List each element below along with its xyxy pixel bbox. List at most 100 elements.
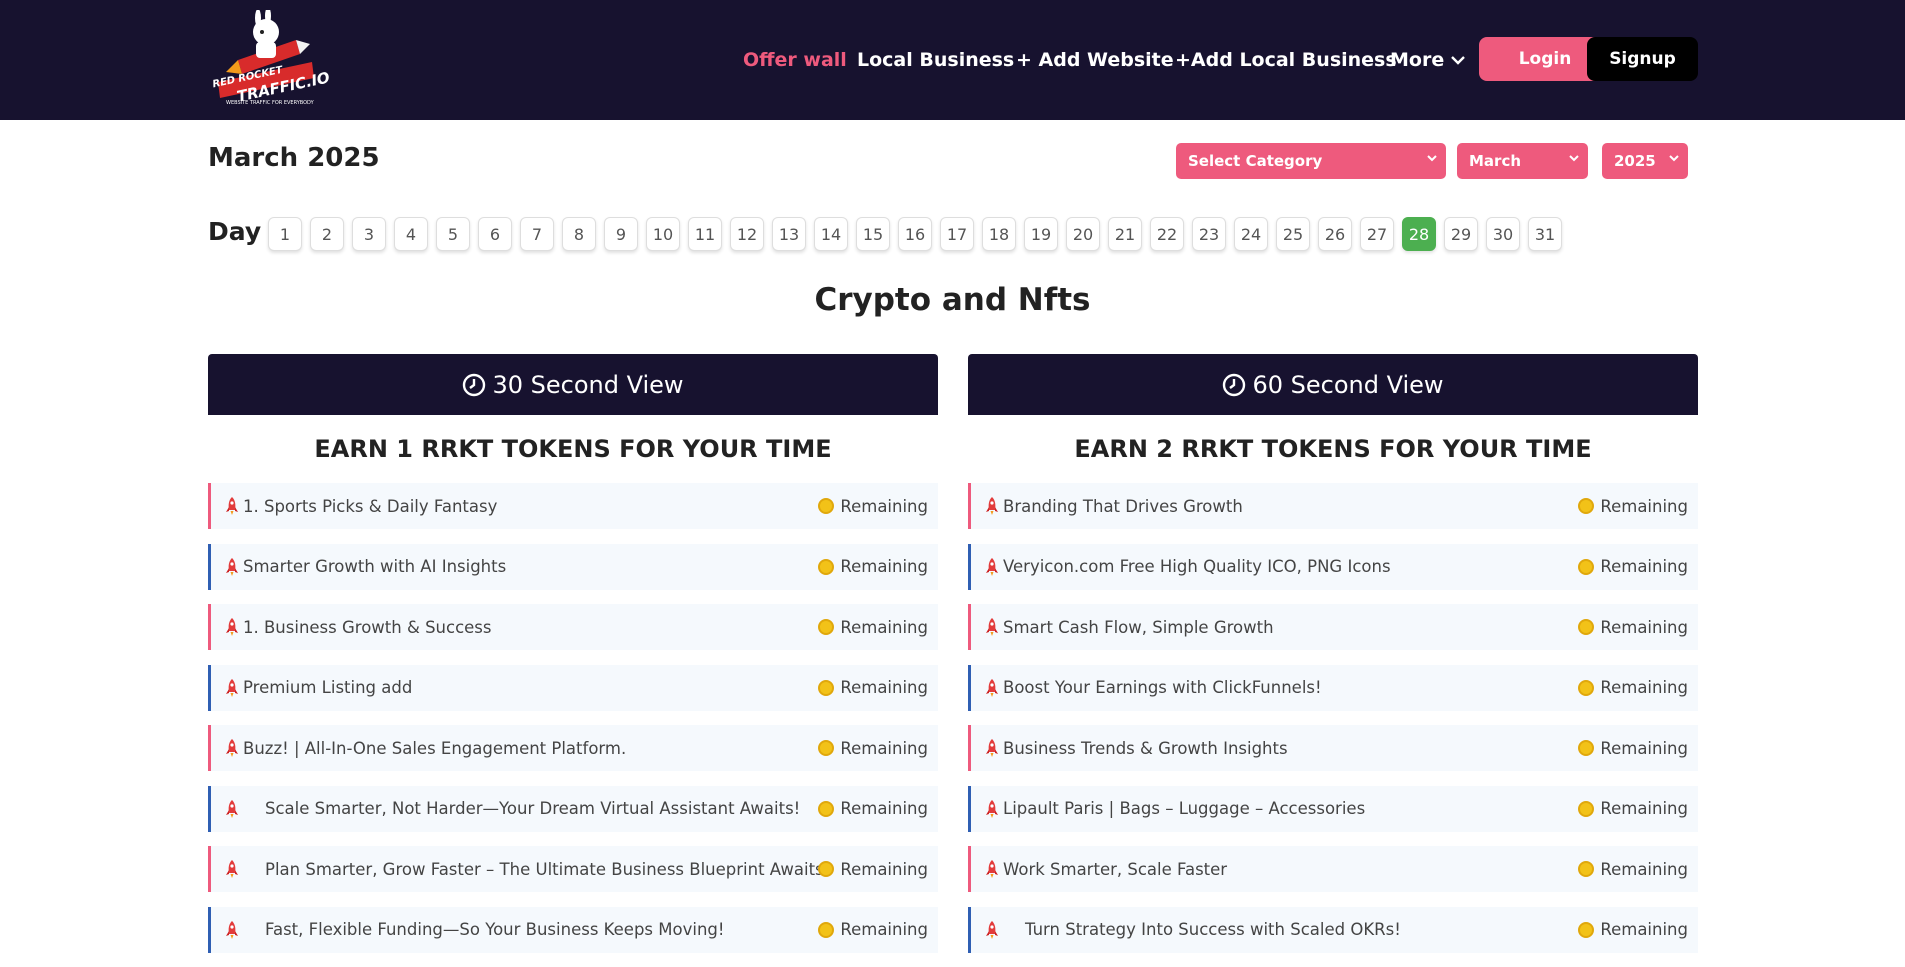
day-button-2[interactable]: 2 [310, 217, 344, 251]
day-button-9[interactable]: 9 [604, 217, 638, 251]
day-button-22[interactable]: 22 [1150, 217, 1184, 251]
coin-icon [1578, 740, 1595, 756]
day-button-7[interactable]: 7 [520, 217, 554, 251]
nav-add-website[interactable]: + Add Website [1016, 49, 1174, 71]
rocket-icon [226, 860, 238, 878]
day-button-23[interactable]: 23 [1192, 217, 1226, 251]
column-subheader: EARN 2 RRKT TOKENS FOR YOUR TIME [1074, 435, 1592, 463]
remaining-label: Remaining [1600, 557, 1688, 576]
day-button-10[interactable]: 10 [646, 217, 680, 251]
rocket-icon [986, 920, 998, 939]
day-button-28[interactable]: 28 [1402, 217, 1436, 251]
day-button-11[interactable]: 11 [688, 217, 722, 251]
nav-local-business[interactable]: Local Business [857, 49, 1014, 71]
coin-icon [1578, 558, 1595, 575]
day-button-16[interactable]: 16 [898, 217, 932, 251]
chevron-down-icon [1427, 155, 1437, 162]
list-item[interactable]: Boost Your Earnings with ClickFunnels! Re… [968, 664, 1698, 711]
list-item-title: Business Trends & Growth Insights [1003, 738, 1288, 758]
rocket-icon [226, 799, 238, 818]
day-button-4[interactable]: 4 [394, 217, 428, 251]
month-select[interactable]: March [1457, 143, 1588, 179]
rocket-icon [226, 557, 238, 576]
day-button-27[interactable]: 27 [1360, 217, 1394, 251]
offer-list: 1. Sports Picks & Daily Fantasy Remaining… [208, 483, 938, 953]
list-item-title: Branding That Drives Growth [1003, 496, 1243, 516]
remaining-label: Remaining [840, 859, 928, 879]
remaining-label: Remaining [1600, 496, 1688, 516]
day-button-21[interactable]: 21 [1108, 217, 1142, 251]
day-button-26[interactable]: 26 [1318, 217, 1352, 251]
nav-offer-wall[interactable]: Offer wall [743, 49, 847, 71]
year-select-value: 2025 [1614, 152, 1656, 170]
day-button-3[interactable]: 3 [352, 217, 386, 251]
day-button-17[interactable]: 17 [940, 217, 974, 251]
coin-icon [818, 740, 835, 756]
rocket-icon [986, 739, 998, 757]
list-item[interactable]: Smart Cash Flow, Simple Growth Remaining [968, 604, 1698, 650]
remaining-status: Remaining [818, 739, 928, 758]
coin-icon [818, 800, 835, 817]
coin-icon [818, 558, 835, 575]
list-item[interactable]: Turn Strategy Into Success with Scaled O… [968, 906, 1698, 953]
rocket-icon [986, 799, 998, 818]
category-select[interactable]: Select Category [1176, 143, 1446, 179]
list-item[interactable]: Plan Smarter, Grow Faster – The Ultimate… [208, 846, 938, 892]
year-select[interactable]: 2025 [1602, 143, 1688, 179]
nav-offer-wall-wrap: Offer wall [743, 0, 847, 120]
site-logo[interactable]: RED ROCKET TRAFFIC.IO WEBSITE TRAFFIC FO… [208, 7, 331, 108]
remaining-label: Remaining [1600, 617, 1688, 637]
day-button-6[interactable]: 6 [478, 217, 512, 251]
list-item[interactable]: Buzz! | All-In-One Sales Engagement Plat… [208, 725, 938, 771]
list-item-title: Smart Cash Flow, Simple Growth [1003, 617, 1274, 637]
day-button-31[interactable]: 31 [1528, 217, 1562, 251]
day-button-25[interactable]: 25 [1276, 217, 1310, 251]
list-item[interactable]: Work Smarter, Scale Faster Remaining [968, 846, 1698, 892]
list-item[interactable]: Branding That Drives Growth Remaining [968, 483, 1698, 529]
nav-more-label: More [1390, 49, 1445, 71]
list-item[interactable]: Premium Listing add Remaining [208, 664, 938, 711]
coin-icon [818, 498, 835, 514]
day-button-8[interactable]: 8 [562, 217, 596, 251]
nav-more[interactable]: More [1390, 0, 1466, 120]
list-item[interactable]: Fast, Flexible Funding—So Your Business … [208, 906, 938, 953]
day-button-24[interactable]: 24 [1234, 217, 1268, 251]
list-item-title: Fast, Flexible Funding—So Your Business … [265, 920, 725, 939]
day-button-15[interactable]: 15 [856, 217, 890, 251]
list-item[interactable]: Lipault Paris | Bags – Luggage – Accesso… [968, 785, 1698, 832]
list-item[interactable]: Smarter Growth with AI Insights Remaining [208, 543, 938, 590]
day-button-18[interactable]: 18 [982, 217, 1016, 251]
category-select-value: Select Category [1188, 152, 1323, 170]
nav-add-local-business[interactable]: +Add Local Business [1175, 49, 1397, 71]
remaining-status: Remaining [818, 557, 928, 576]
day-button-5[interactable]: 5 [436, 217, 470, 251]
day-button-12[interactable]: 12 [730, 217, 764, 251]
day-button-30[interactable]: 30 [1486, 217, 1520, 251]
column-60-second: 60 Second View EARN 2 RRKT TOKENS FOR YO… [968, 354, 1698, 967]
top-navbar: RED ROCKET TRAFFIC.IO WEBSITE TRAFFIC FO… [0, 0, 1905, 120]
day-button-19[interactable]: 19 [1024, 217, 1058, 251]
list-item[interactable]: Business Trends & Growth Insights Remaini… [968, 725, 1698, 771]
day-button-13[interactable]: 13 [772, 217, 806, 251]
remaining-label: Remaining [1600, 920, 1688, 939]
day-button-14[interactable]: 14 [814, 217, 848, 251]
list-item[interactable]: Scale Smarter, Not Harder—Your Dream Vir… [208, 785, 938, 832]
coin-icon [818, 679, 835, 696]
day-button-20[interactable]: 20 [1066, 217, 1100, 251]
list-item[interactable]: 1. Sports Picks & Daily Fantasy Remaining [208, 483, 938, 529]
column-header: 30 Second View [208, 354, 938, 415]
day-button-29[interactable]: 29 [1444, 217, 1478, 251]
remaining-label: Remaining [1600, 799, 1688, 818]
coin-icon [818, 861, 835, 877]
rocket-icon [226, 920, 238, 939]
nav-add-website-wrap: + Add Website [1016, 0, 1174, 120]
list-item[interactable]: Veryicon.com Free High Quality ICO, PNG … [968, 543, 1698, 590]
page-title: March 2025 [208, 143, 380, 173]
clock-icon [1223, 373, 1246, 396]
list-item[interactable]: 1. Business Growth & Success Remaining [208, 604, 938, 650]
signup-button[interactable]: Signup [1587, 37, 1698, 81]
coin-icon [818, 921, 835, 938]
day-button-1[interactable]: 1 [268, 217, 302, 251]
remaining-status: Remaining [818, 678, 928, 697]
remaining-status: Remaining [818, 618, 928, 637]
